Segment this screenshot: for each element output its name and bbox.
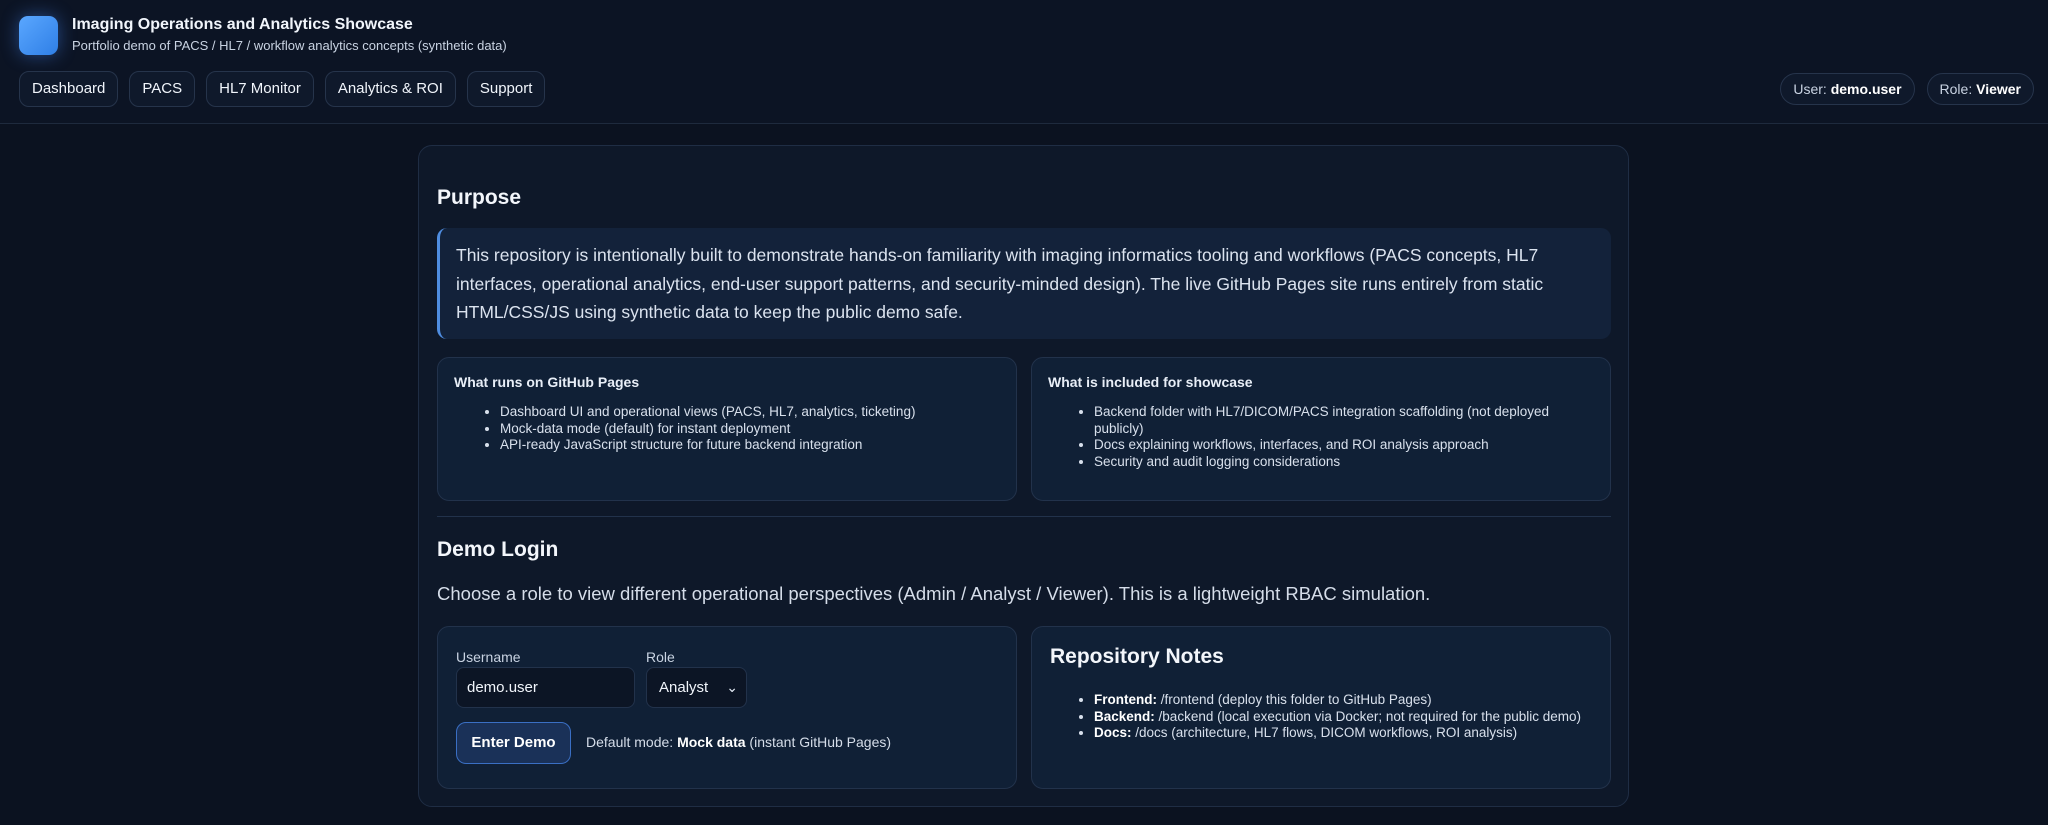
purpose-callout: This repository is intentionally built t… [437, 228, 1611, 339]
app-logo-icon [19, 16, 58, 55]
list-item: Backend folder with HL7/DICOM/PACS integ… [1094, 404, 1590, 437]
role-label: Role: [1939, 81, 1973, 97]
list-item: Backend: /backend (local execution via D… [1094, 709, 1590, 726]
included-showcase-title: What is included for showcase [1048, 374, 1253, 390]
mode-suffix: (instant GitHub Pages) [749, 734, 892, 750]
user-label: User: [1793, 81, 1827, 97]
username-label: Username [456, 649, 521, 665]
user-value: demo.user [1830, 81, 1902, 97]
session-info: User: demo.user Role: Viewer [1780, 73, 2034, 105]
note-key: Backend: [1094, 708, 1155, 724]
enter-demo-button[interactable]: Enter Demo [456, 722, 571, 764]
role-select-value: Analyst [659, 679, 709, 696]
included-showcase-list: Backend folder with HL7/DICOM/PACS integ… [1094, 404, 1590, 470]
note-key: Frontend: [1094, 692, 1157, 707]
username-input[interactable] [456, 667, 635, 708]
chevron-down-icon: ⌄ [726, 679, 738, 695]
runs-on-pages-title: What runs on GitHub Pages [454, 374, 640, 390]
nav-hl7-monitor-button[interactable]: HL7 Monitor [206, 71, 314, 107]
list-item: Docs explaining workflows, interfaces, a… [1094, 437, 1590, 454]
list-item: Frontend: /frontend (deploy this folder … [1094, 692, 1590, 709]
role-select[interactable]: Analyst ⌄ [646, 667, 747, 708]
demo-login-heading: Demo Login [437, 538, 559, 561]
runs-on-pages-list: Dashboard UI and operational views (PACS… [500, 404, 996, 454]
repository-notes-title: Repository Notes [1050, 645, 1224, 668]
nav-dashboard-button[interactable]: Dashboard [19, 71, 119, 107]
note-key: Docs: [1094, 725, 1132, 740]
nav-analytics-roi-button[interactable]: Analytics & ROI [324, 71, 456, 107]
list-item: Mock-data mode (default) for instant dep… [500, 421, 996, 438]
mode-value: Mock data [677, 734, 746, 750]
role-value: Viewer [1976, 81, 2021, 97]
mode-prefix: Default mode: [586, 734, 674, 750]
app-subtitle: Portfolio demo of PACS / HL7 / workflow … [72, 38, 507, 53]
main-nav: Dashboard PACS HL7 Monitor Analytics & R… [19, 71, 546, 107]
default-mode-text: Default mode: Mock data (instant GitHub … [586, 734, 891, 750]
note-value: /backend (local execution via Docker; no… [1158, 708, 1582, 724]
login-form-card: Username Role Analyst ⌄ Enter Demo Defau… [437, 626, 1017, 789]
list-item: API-ready JavaScript structure for futur… [500, 437, 996, 454]
list-item: Docs: /docs (architecture, HL7 flows, DI… [1094, 725, 1590, 742]
top-header: Imaging Operations and Analytics Showcas… [0, 0, 2048, 124]
demo-login-description: Choose a role to view different operatio… [437, 583, 1431, 604]
user-pill: User: demo.user [1780, 73, 1915, 105]
nav-support-button[interactable]: Support [466, 71, 546, 107]
app-title: Imaging Operations and Analytics Showcas… [72, 16, 413, 33]
note-value: /docs (architecture, HL7 flows, DICOM wo… [1135, 725, 1518, 740]
included-showcase-card: What is included for showcase Backend fo… [1031, 357, 1611, 501]
note-value: /frontend (deploy this folder to GitHub … [1160, 692, 1432, 707]
purpose-heading: Purpose [437, 186, 522, 209]
nav-pacs-button[interactable]: PACS [129, 71, 196, 107]
list-item: Security and audit logging consideration… [1094, 454, 1590, 471]
main-card: Purpose This repository is intentionally… [418, 145, 1629, 807]
section-divider [437, 516, 1611, 517]
role-pill: Role: Viewer [1926, 73, 2034, 105]
runs-on-pages-card: What runs on GitHub Pages Dashboard UI a… [437, 357, 1017, 501]
repository-notes-card: Repository Notes Frontend: /frontend (de… [1031, 626, 1611, 789]
role-select-label: Role [646, 649, 675, 665]
list-item: Dashboard UI and operational views (PACS… [500, 404, 996, 421]
repository-notes-list: Frontend: /frontend (deploy this folder … [1094, 692, 1590, 742]
